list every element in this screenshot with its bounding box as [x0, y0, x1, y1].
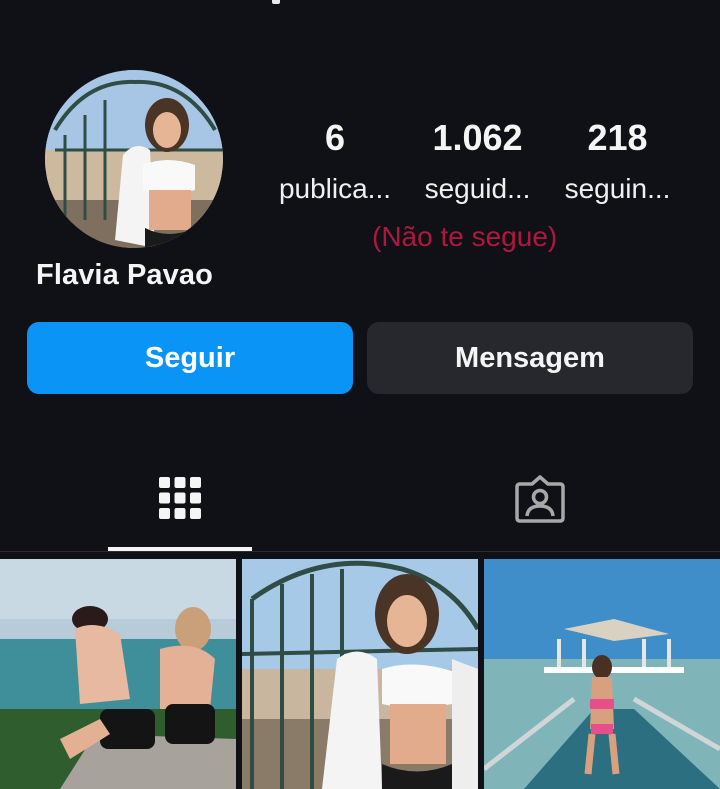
avatar[interactable]	[45, 70, 223, 248]
followers-label: seguid...	[424, 173, 531, 204]
follow-button[interactable]: Seguir	[27, 322, 353, 394]
avatar-photo	[45, 70, 223, 248]
post-photo-1	[0, 559, 236, 789]
tagged-person-icon	[515, 475, 565, 523]
post-thumbnail-1[interactable]	[0, 559, 236, 789]
posts-stat[interactable]: 6 publica...	[270, 116, 400, 206]
grid-icon	[159, 477, 201, 519]
post-thumbnail-3[interactable]	[484, 559, 720, 789]
top-edge-fragment	[272, 0, 280, 4]
following-count: 218	[587, 117, 648, 158]
not-following-note: (Não te segue)	[372, 221, 558, 252]
post-photo-2	[242, 559, 478, 789]
following-stat[interactable]: 218 seguin...	[555, 116, 680, 206]
profile-name: Flavia Pavao	[36, 259, 213, 291]
tab-posts-grid[interactable]	[0, 468, 360, 552]
post-photo-3	[484, 559, 720, 789]
posts-label: publica...	[278, 173, 392, 204]
message-button[interactable]: Mensagem	[367, 322, 693, 394]
posts-count: 6	[324, 117, 346, 158]
followers-count: 1.062	[432, 117, 523, 158]
following-label: seguin...	[564, 173, 671, 204]
tab-tagged[interactable]	[360, 468, 720, 552]
post-thumbnail-2[interactable]	[242, 559, 478, 789]
followers-stat[interactable]: 1.062 seguid...	[415, 116, 540, 206]
tab-divider	[0, 551, 720, 552]
